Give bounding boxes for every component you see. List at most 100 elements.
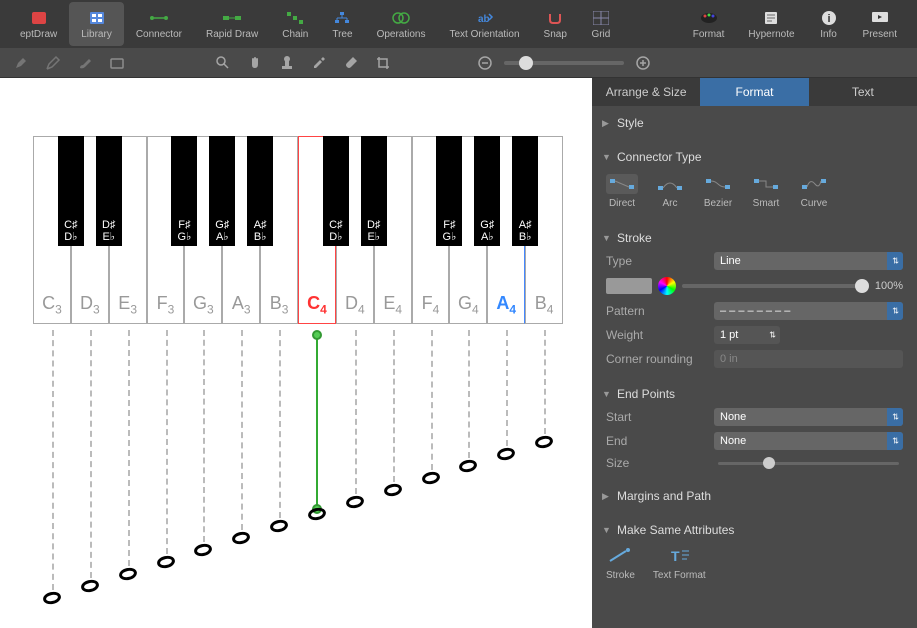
paint-icon[interactable]	[342, 54, 360, 72]
tool-present[interactable]: Present	[851, 2, 909, 46]
black-key-5[interactable]: A♯B♭	[247, 136, 273, 246]
note-D4[interactable]	[345, 494, 365, 509]
start-select[interactable]: None⇅	[714, 408, 903, 426]
tab-text[interactable]: Text	[809, 78, 917, 106]
pencil-icon[interactable]	[44, 54, 62, 72]
zoom-out-icon[interactable]	[476, 54, 494, 72]
tool-connector[interactable]: Connector	[124, 2, 194, 46]
black-key-0[interactable]: C♯D♭	[58, 136, 84, 246]
opacity-slider[interactable]	[682, 284, 869, 288]
same-stroke-button[interactable]: Stroke	[606, 547, 635, 581]
secondary-toolbar	[0, 48, 917, 78]
selected-connector-line[interactable]	[316, 338, 318, 508]
tool-rapid-draw[interactable]: Rapid Draw	[194, 2, 270, 46]
note-line-12[interactable]	[506, 330, 508, 446]
section-same-attr[interactable]: ▼ Make Same Attributes	[602, 519, 907, 541]
note-line-3[interactable]	[166, 330, 168, 554]
tool-conceptdraw[interactable]: eptDraw	[8, 2, 69, 46]
note-line-2[interactable]	[128, 330, 130, 566]
endpoint-size-slider[interactable]	[718, 462, 899, 465]
note-line-5[interactable]	[241, 330, 243, 530]
tool-format[interactable]: Format	[681, 2, 737, 46]
hand-icon[interactable]	[246, 54, 264, 72]
note-G3[interactable]	[193, 542, 213, 557]
note-line-11[interactable]	[468, 330, 470, 458]
tool-text-orientation[interactable]: ab Text Orientation	[437, 2, 531, 46]
stamp-icon[interactable]	[278, 54, 296, 72]
search-icon[interactable]	[214, 54, 232, 72]
connector-curve[interactable]: Curve	[798, 174, 830, 209]
note-A4[interactable]	[496, 446, 516, 461]
black-key-4[interactable]: G♯A♭	[209, 136, 235, 246]
snap-icon	[545, 9, 565, 27]
section-stroke[interactable]: ▼ Stroke	[602, 227, 907, 249]
brush-icon[interactable]	[76, 54, 94, 72]
connector-arc[interactable]: Arc	[654, 174, 686, 209]
note-C3[interactable]	[42, 590, 62, 605]
format-icon	[699, 9, 719, 27]
connector-bezier[interactable]: Bezier	[702, 174, 734, 209]
note-line-9[interactable]	[393, 330, 395, 482]
note-B3[interactable]	[269, 518, 289, 533]
tab-format[interactable]: Format	[700, 78, 808, 106]
rect-tool-icon[interactable]	[108, 54, 126, 72]
note-line-13[interactable]	[544, 330, 546, 434]
tool-snap[interactable]: Snap	[532, 2, 579, 46]
black-key-3[interactable]: F♯G♭	[171, 136, 197, 246]
black-key-8[interactable]: D♯E♭	[361, 136, 387, 246]
note-F3[interactable]	[155, 554, 175, 569]
note-line-0[interactable]	[52, 330, 54, 590]
tab-arrange[interactable]: Arrange & Size	[592, 78, 700, 106]
color-picker-icon[interactable]	[658, 277, 676, 295]
same-text-format-button[interactable]: T Text Format	[653, 547, 706, 581]
note-C4[interactable]	[307, 506, 327, 521]
tool-info[interactable]: i Info	[807, 2, 851, 46]
zoom-slider[interactable]	[504, 61, 624, 65]
zoom-in-icon[interactable]	[634, 54, 652, 72]
crop-icon[interactable]	[374, 54, 392, 72]
note-line-6[interactable]	[279, 330, 281, 518]
end-select[interactable]: None⇅	[714, 432, 903, 450]
tool-chain[interactable]: Chain	[270, 2, 320, 46]
connector-curve-icon	[798, 174, 830, 194]
note-line-4[interactable]	[203, 330, 205, 542]
canvas[interactable]: C3D3E3F3G3A3B3C4D4E4F4G4A4B4 C♯D♭D♯E♭F♯G…	[0, 78, 592, 628]
note-line-1[interactable]	[90, 330, 92, 578]
tool-tree[interactable]: Tree	[320, 2, 364, 46]
section-endpoints[interactable]: ▼ End Points	[602, 383, 907, 405]
pen-tool-icon[interactable]	[12, 54, 30, 72]
tool-grid[interactable]: Grid	[579, 2, 623, 46]
black-key-7[interactable]: C♯D♭	[323, 136, 349, 246]
section-style[interactable]: ▶ Style	[602, 112, 907, 134]
connector-endpoint-top[interactable]	[312, 330, 322, 340]
black-key-12[interactable]: A♯B♭	[512, 136, 538, 246]
note-F4[interactable]	[420, 470, 440, 485]
black-key-11[interactable]: G♯A♭	[474, 136, 500, 246]
section-connector-type[interactable]: ▼ Connector Type	[602, 146, 907, 168]
weight-input[interactable]: 1 pt⇅	[714, 326, 780, 344]
note-E4[interactable]	[383, 482, 403, 497]
black-key-1[interactable]: D♯E♭	[96, 136, 122, 246]
stroke-color-swatch[interactable]	[606, 278, 652, 294]
tool-operations[interactable]: Operations	[365, 2, 438, 46]
note-line-8[interactable]	[355, 330, 357, 494]
end-label: End	[606, 434, 706, 448]
note-E3[interactable]	[118, 566, 138, 581]
note-D3[interactable]	[80, 578, 100, 593]
library-icon	[87, 9, 107, 27]
note-B4[interactable]	[534, 434, 554, 449]
weight-label: Weight	[606, 328, 706, 342]
chevron-down-icon: ▼	[602, 389, 612, 399]
tool-hypernote[interactable]: Hypernote	[736, 2, 806, 46]
section-margins[interactable]: ▶ Margins and Path	[602, 485, 907, 507]
tool-library[interactable]: Library	[69, 2, 124, 46]
connector-smart[interactable]: Smart	[750, 174, 782, 209]
eyedropper-icon[interactable]	[310, 54, 328, 72]
note-G4[interactable]	[458, 458, 478, 473]
black-key-10[interactable]: F♯G♭	[436, 136, 462, 246]
stroke-type-select[interactable]: Line⇅	[714, 252, 903, 270]
connector-direct[interactable]: Direct	[606, 174, 638, 209]
note-line-10[interactable]	[431, 330, 433, 470]
pattern-select[interactable]: – – – – – – – –⇅	[714, 302, 903, 320]
note-A3[interactable]	[231, 530, 251, 545]
